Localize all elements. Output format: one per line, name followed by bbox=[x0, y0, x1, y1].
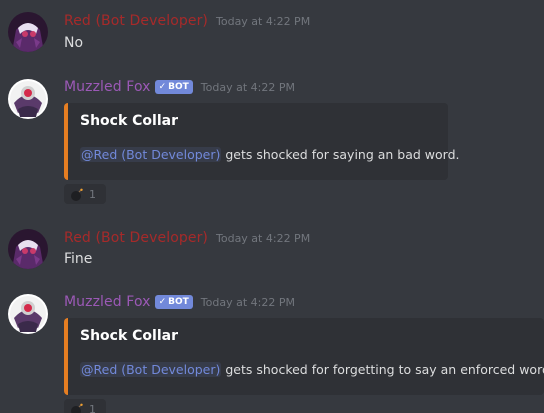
user-mention[interactable]: @Red (Bot Developer) bbox=[80, 362, 222, 377]
bot-tag: ✓ BOT bbox=[154, 80, 193, 94]
message-header: Red (Bot Developer) Today at 4:22 PM bbox=[64, 11, 310, 31]
timestamp: Today at 4:22 PM bbox=[200, 295, 295, 309]
message-text: No bbox=[64, 35, 84, 51]
reaction-count: 1 bbox=[89, 187, 96, 201]
embed-description-text: gets shocked for forgetting to say an en… bbox=[225, 362, 544, 377]
check-icon: ✓ bbox=[158, 82, 167, 92]
bot-avatar-icon bbox=[8, 294, 48, 334]
check-icon: ✓ bbox=[158, 297, 167, 307]
bot-tag: ✓ BOT bbox=[154, 295, 193, 309]
reaction-button[interactable]: 1 bbox=[64, 184, 106, 204]
reaction-button[interactable]: 1 bbox=[64, 399, 106, 413]
embed-title: Shock Collar bbox=[80, 113, 178, 129]
avatar-bot[interactable] bbox=[8, 294, 48, 334]
chat-messages: Red (Bot Developer) Today at 4:22 PM No … bbox=[0, 0, 544, 413]
user-mention[interactable]: @Red (Bot Developer) bbox=[80, 147, 222, 162]
avatar-red[interactable] bbox=[8, 229, 48, 269]
avatar-bot[interactable] bbox=[8, 79, 48, 119]
anime-avatar-icon bbox=[8, 229, 48, 269]
bomb-icon bbox=[70, 187, 84, 201]
reaction-count: 1 bbox=[89, 402, 96, 413]
embed-description: @Red (Bot Developer) gets shocked for sa… bbox=[80, 147, 460, 162]
message-text: Fine bbox=[64, 251, 93, 267]
timestamp: Today at 4:22 PM bbox=[200, 80, 295, 94]
username[interactable]: Muzzled Fox bbox=[64, 79, 151, 95]
message-header: Red (Bot Developer) Today at 4:22 PM bbox=[64, 228, 310, 248]
timestamp: Today at 4:22 PM bbox=[216, 14, 311, 28]
bot-tag-label: BOT bbox=[168, 297, 189, 307]
bomb-icon bbox=[70, 402, 84, 413]
bot-tag-label: BOT bbox=[168, 82, 189, 92]
timestamp: Today at 4:22 PM bbox=[216, 231, 311, 245]
message-header: Muzzled Fox ✓ BOT Today at 4:22 PM bbox=[64, 292, 295, 312]
username[interactable]: Muzzled Fox bbox=[64, 294, 151, 310]
embed: Shock Collar @Red (Bot Developer) gets s… bbox=[64, 318, 544, 395]
message-header: Muzzled Fox ✓ BOT Today at 4:22 PM bbox=[64, 77, 295, 97]
avatar-red[interactable] bbox=[8, 12, 48, 52]
embed-description-text: gets shocked for saying an bad word. bbox=[225, 147, 460, 162]
embed-title: Shock Collar bbox=[80, 328, 178, 344]
username[interactable]: Red (Bot Developer) bbox=[64, 13, 208, 29]
username[interactable]: Red (Bot Developer) bbox=[64, 230, 208, 246]
embed-description: @Red (Bot Developer) gets shocked for fo… bbox=[80, 362, 544, 377]
embed: Shock Collar @Red (Bot Developer) gets s… bbox=[64, 103, 460, 180]
anime-avatar-icon bbox=[8, 12, 48, 52]
bot-avatar-icon bbox=[8, 79, 48, 119]
